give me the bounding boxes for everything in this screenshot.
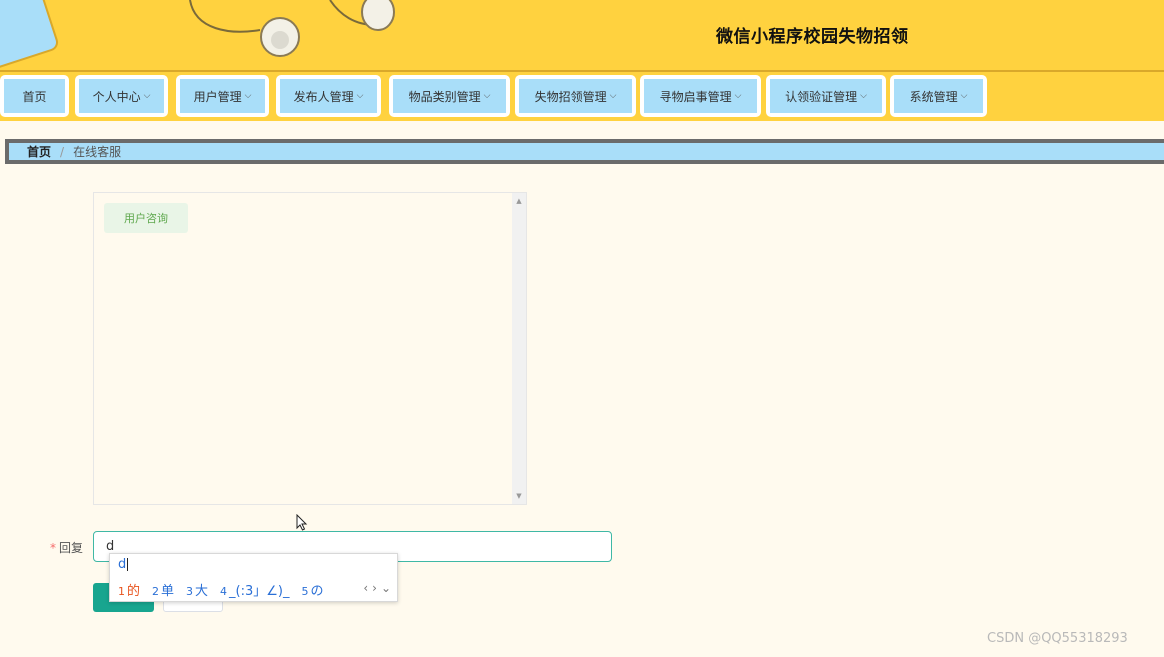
chevron-down-icon: ⌵	[483, 91, 491, 101]
headphones-decoration-icon	[0, 0, 395, 69]
chat-scrollbar[interactable]: ▲ ▼	[512, 193, 526, 504]
text-caret	[127, 558, 129, 571]
chevron-down-icon: ⌵	[609, 91, 617, 101]
breadcrumb-current: 在线客服	[73, 145, 122, 159]
nav-item-system-management[interactable]: 系统管理 ⌵	[890, 75, 987, 117]
nav-item-label: 发布人管理	[293, 89, 354, 104]
nav-item-label: 物品类别管理	[408, 89, 481, 104]
chat-message: 用户咨询	[104, 203, 188, 233]
chevron-down-icon: ⌵	[356, 91, 364, 101]
ime-controls: ‹ › ⌄	[359, 581, 391, 595]
chevron-down-icon: ⌵	[143, 91, 151, 101]
ime-candidate[interactable]: 1的	[118, 580, 140, 599]
nav-item-label: 认领验证管理	[785, 89, 858, 104]
nav-item-publisher-management[interactable]: 发布人管理 ⌵	[276, 75, 381, 117]
nav-item-label: 失物招领管理	[534, 89, 607, 104]
nav-item-label: 首页	[22, 89, 47, 104]
breadcrumb: 首页 / 在线客服	[5, 139, 1164, 164]
scroll-down-arrow-icon[interactable]: ▼	[512, 492, 526, 500]
ime-expand-icon[interactable]: ⌄	[381, 581, 391, 595]
nav-item-label: 寻物启事管理	[659, 89, 732, 104]
watermark: CSDN @QQ55318293	[987, 631, 1128, 646]
chevron-down-icon: ⌵	[734, 91, 742, 101]
mouse-pointer-icon	[296, 514, 308, 531]
nav-item-label: 系统管理	[909, 89, 958, 104]
reply-label: * 回复	[50, 539, 83, 556]
nav-item-home[interactable]: 首页	[0, 75, 69, 117]
scroll-up-arrow-icon[interactable]: ▲	[512, 197, 526, 205]
ime-candidate[interactable]: 5の	[302, 580, 324, 599]
nav-item-category-management[interactable]: 物品类别管理 ⌵	[389, 75, 510, 117]
ime-prev-page-icon[interactable]: ‹	[363, 581, 368, 595]
nav-item-claim-verify-management[interactable]: 认领验证管理 ⌵	[766, 75, 886, 117]
chevron-down-icon: ⌵	[860, 91, 867, 101]
main-nav: 首页 个人中心 ⌵ 用户管理 ⌵ 发布人管理 ⌵ 物品类别管理 ⌵ 失物招领管理 ⌵ 寻物…	[0, 72, 1164, 121]
nav-item-personal-center[interactable]: 个人中心 ⌵	[75, 75, 168, 117]
app-title: 微信小程序校园失物招领	[716, 27, 909, 47]
ime-candidate[interactable]: 3大	[186, 580, 208, 599]
ime-candidate-list: 1的 2单 3大 4 _(:3」∠)_ 5の	[118, 580, 336, 599]
chevron-down-icon: ⌵	[960, 91, 968, 101]
reply-label-text: 回复	[59, 541, 84, 555]
nav-item-label: 用户管理	[193, 89, 242, 104]
ime-candidate-popup: d 1的 2单 3大 4 _(:3」∠)_ 5の ‹ › ⌄	[109, 553, 398, 602]
ime-candidate[interactable]: 2单	[152, 580, 174, 599]
chevron-down-icon: ⌵	[244, 91, 252, 101]
chat-history-panel: 用户咨询 ▲ ▼	[93, 192, 527, 505]
ime-composition: d	[118, 557, 129, 572]
ime-candidate[interactable]: 4 _(:3」∠)_	[220, 580, 289, 599]
ime-next-page-icon[interactable]: ›	[372, 581, 377, 595]
app-header: 微信小程序校园失物招领	[0, 0, 1164, 72]
nav-item-lost-found-management[interactable]: 失物招领管理 ⌵	[515, 75, 636, 117]
nav-item-label: 个人中心	[92, 89, 141, 104]
nav-item-search-notice-management[interactable]: 寻物启事管理 ⌵	[640, 75, 761, 117]
breadcrumb-separator: /	[60, 144, 65, 159]
nav-item-user-management[interactable]: 用户管理 ⌵	[176, 75, 269, 117]
required-mark: *	[50, 541, 56, 555]
breadcrumb-home[interactable]: 首页	[27, 143, 51, 160]
